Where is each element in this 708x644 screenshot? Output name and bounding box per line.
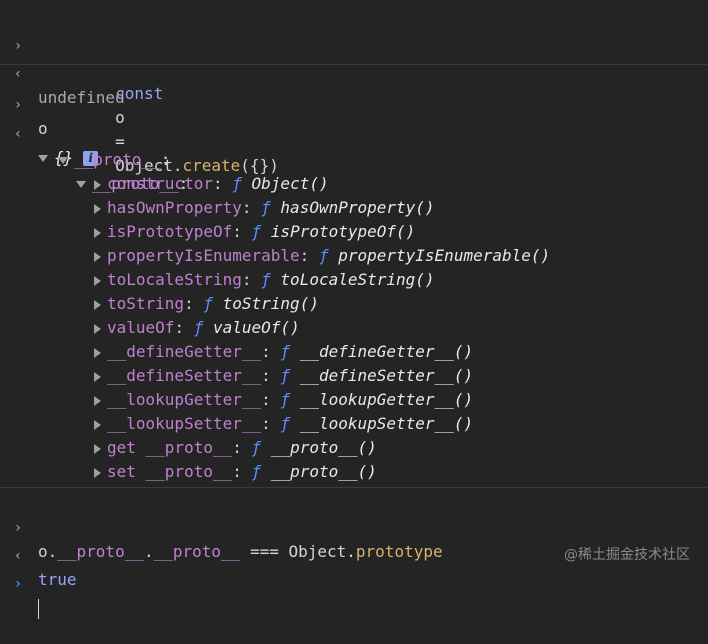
expr-dot: . <box>143 542 154 561</box>
function-icon: ƒ <box>251 438 262 457</box>
member-value: __proto__() <box>270 462 377 481</box>
member-name: __lookupGetter__ <box>107 390 262 409</box>
expand-triangle-icon[interactable] <box>94 371 101 382</box>
proto-label: __proto__ <box>74 150 161 169</box>
function-icon: ƒ <box>232 174 242 193</box>
expr-prototype: prototype <box>355 542 443 561</box>
member-name: set __proto__ <box>107 462 233 481</box>
function-icon: ƒ <box>251 462 262 481</box>
colon: : <box>212 174 223 193</box>
proto-level-2[interactable]: __proto__: <box>0 148 188 193</box>
function-icon: ƒ <box>280 414 291 433</box>
watermark: @稀土掘金技术社区 <box>564 547 690 563</box>
object-root-line[interactable]: ‹ {} i <box>0 98 99 167</box>
proto-level-1[interactable]: __proto__: <box>0 124 170 169</box>
member-name: get __proto__ <box>107 438 233 457</box>
colon: : <box>174 318 185 337</box>
expand-triangle-icon[interactable] <box>94 347 101 358</box>
member-value: valueOf() <box>213 318 300 337</box>
member-value: hasOwnProperty() <box>280 198 435 217</box>
function-icon: ƒ <box>261 270 271 289</box>
expand-triangle-icon[interactable] <box>76 181 86 188</box>
expand-triangle-icon[interactable] <box>94 179 101 190</box>
expand-triangle-icon[interactable] <box>94 443 101 454</box>
member-value: toString() <box>222 294 319 313</box>
colon: : <box>241 198 252 217</box>
colon: : <box>160 150 171 169</box>
function-icon: ƒ <box>280 342 291 361</box>
colon: : <box>241 270 252 289</box>
member-name: hasOwnProperty <box>107 198 242 217</box>
member-value: __lookupGetter__() <box>299 390 474 409</box>
function-icon: ƒ <box>251 222 262 241</box>
expand-triangle-icon[interactable] <box>94 251 101 262</box>
text-cursor <box>38 598 39 619</box>
output-line: ‹ undefined <box>0 38 125 107</box>
member-value: Object() <box>251 174 329 193</box>
member-value: propertyIsEnumerable() <box>338 246 551 265</box>
member-value: __lookupSetter__() <box>299 414 474 433</box>
expand-triangle-icon[interactable] <box>94 323 101 334</box>
colon: : <box>232 222 242 241</box>
member-value: __proto__() <box>270 438 377 457</box>
colon: : <box>232 438 242 457</box>
member-value: isPrototypeOf() <box>270 222 416 241</box>
expand-triangle-icon[interactable] <box>94 299 101 310</box>
expr-compare: === Object. <box>240 542 356 561</box>
member-value: __defineGetter__() <box>299 342 474 361</box>
console-panel: › const o = Object.create({}) ‹ undefine… <box>0 0 708 619</box>
expand-triangle-icon[interactable] <box>94 419 101 430</box>
console-prompt-line[interactable]: › <box>0 548 58 619</box>
member-name: propertyIsEnumerable <box>107 246 300 265</box>
member-name: toString <box>107 294 185 313</box>
member-name: __defineGetter__ <box>107 342 262 361</box>
expand-triangle-icon[interactable] <box>94 275 101 286</box>
colon: : <box>184 294 194 313</box>
function-icon: ƒ <box>203 294 213 313</box>
member-name: __defineSetter__ <box>107 366 262 385</box>
colon: : <box>261 366 271 385</box>
output-line: ‹ true <box>0 520 77 589</box>
member-value: __defineSetter__() <box>299 366 474 385</box>
function-icon: ƒ <box>280 366 291 385</box>
function-icon: ƒ <box>193 318 204 337</box>
expand-triangle-icon[interactable] <box>94 395 101 406</box>
colon: : <box>261 414 271 433</box>
member-name: valueOf <box>107 318 175 337</box>
expand-triangle-icon[interactable] <box>58 157 68 164</box>
member-value: toLocaleString() <box>280 270 435 289</box>
prompt-chevron-icon: › <box>13 576 23 592</box>
input-line[interactable]: › o <box>0 69 58 138</box>
colon: : <box>261 342 271 361</box>
function-icon: ƒ <box>318 246 329 265</box>
console-entry-create: › const o = Object.create({}) ‹ undefine… <box>0 0 708 175</box>
expr-proto: __proto__ <box>153 542 241 561</box>
function-icon: ƒ <box>280 390 291 409</box>
member-name: isPrototypeOf <box>107 222 233 241</box>
member-name: toLocaleString <box>107 270 242 289</box>
colon: : <box>232 462 242 481</box>
member-name: __lookupSetter__ <box>107 414 262 433</box>
console-entry-object: › o ‹ {} i __proto__: __proto__: construc… <box>0 65 708 488</box>
input-line[interactable]: › o.__proto__.__proto__ === Object.proto… <box>0 492 443 561</box>
expr-proto: __proto__ <box>57 542 144 561</box>
input-line[interactable]: › const o = Object.create({}) <box>0 10 279 175</box>
function-icon: ƒ <box>261 198 271 217</box>
colon: : <box>261 390 271 409</box>
expand-triangle-icon[interactable] <box>94 203 101 214</box>
member-name: constructor <box>107 174 213 193</box>
console-entry-compare: › o.__proto__.__proto__ === Object.proto… <box>0 488 708 619</box>
colon: : <box>299 246 310 265</box>
expand-triangle-icon[interactable] <box>94 467 101 478</box>
expand-triangle-icon[interactable] <box>94 227 101 238</box>
